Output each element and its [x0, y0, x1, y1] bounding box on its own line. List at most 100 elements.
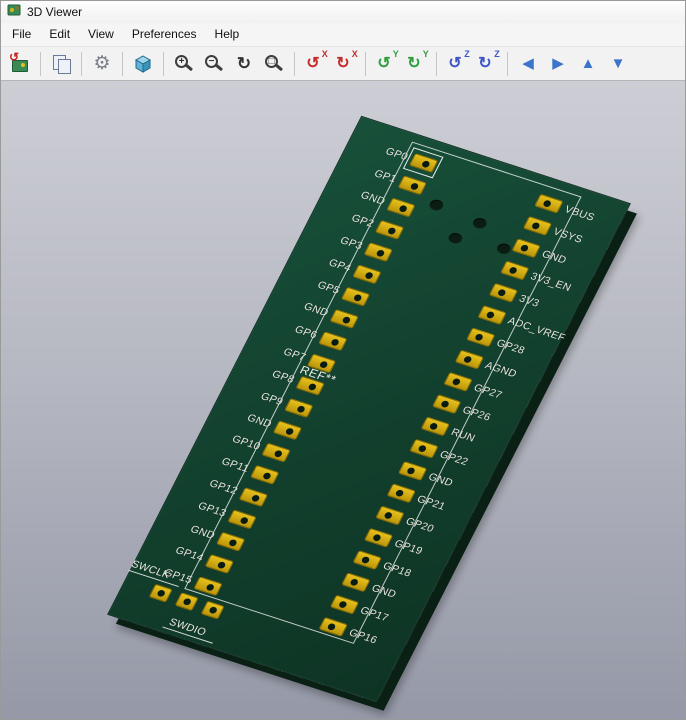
pin-pad — [387, 483, 416, 503]
pad-hole — [428, 422, 438, 430]
zoom-out-icon[interactable]: − — [199, 50, 229, 78]
pin-pad — [500, 260, 529, 280]
pin-pad — [318, 617, 347, 637]
move-down-icon[interactable]: ▼ — [603, 50, 633, 78]
pin-pad — [239, 487, 268, 507]
render-options-icon[interactable]: ⚙ — [87, 50, 117, 78]
pin-label-gp13: GP13 — [196, 500, 228, 519]
pin-pad — [455, 350, 484, 370]
pin-pad — [523, 216, 552, 236]
menu-preferences[interactable]: Preferences — [123, 23, 206, 46]
pin-pad — [375, 220, 404, 240]
pin-pad — [205, 554, 234, 574]
toolbar-separator — [163, 52, 164, 76]
pad-hole — [485, 310, 495, 318]
pin-pad — [149, 584, 173, 603]
copy-image-icon[interactable] — [46, 50, 76, 78]
rotate-x-ccw-icon[interactable]: ↺X — [300, 50, 330, 78]
pad-hole — [375, 248, 385, 256]
pin-label-gp14: GP14 — [173, 544, 205, 563]
pin-label-gnd: GND — [302, 301, 331, 319]
pad-hole — [398, 204, 408, 212]
pad-hole — [531, 221, 541, 229]
rotate-x-cw-icon[interactable]: ↻X — [330, 50, 360, 78]
pin-pad — [250, 465, 279, 485]
zoom-in-icon[interactable]: + — [169, 50, 199, 78]
pin-pad — [352, 550, 381, 570]
pad-hole — [318, 360, 328, 368]
toolbar-separator — [436, 52, 437, 76]
3d-viewport[interactable]: GP0GP1GNDGP2GP3GP4GP5GNDGP6GP7GP8GP9GNDG… — [1, 81, 685, 719]
pad-hole — [542, 199, 552, 207]
pad-hole — [508, 266, 518, 274]
pin-pad — [193, 576, 222, 596]
pad-hole — [440, 399, 450, 407]
menu-file[interactable]: File — [3, 23, 40, 46]
pin-label-gp17: GP17 — [358, 605, 390, 624]
pin-label-gp26: GP26 — [460, 404, 492, 423]
rotate-z-cw-icon[interactable]: ↻Z — [472, 50, 502, 78]
pin-pad — [261, 443, 290, 463]
pin-label-gp21: GP21 — [415, 493, 447, 512]
pad-hole — [421, 159, 431, 167]
pin-pad — [284, 398, 313, 418]
move-left-icon[interactable]: ◀ — [513, 50, 543, 78]
pad-hole — [156, 589, 166, 597]
move-up-icon[interactable]: ▲ — [573, 50, 603, 78]
menu-edit[interactable]: Edit — [40, 23, 79, 46]
menu-help[interactable]: Help — [206, 23, 249, 46]
pad-hole — [250, 494, 260, 502]
pin-pad — [330, 595, 359, 615]
pin-pad — [273, 420, 302, 440]
pin-pad — [375, 506, 404, 526]
pin-label-gp4: GP4 — [327, 257, 354, 275]
pin-label-gp1: GP1 — [372, 168, 399, 186]
pin-label-adc_vref: ADC_VREF — [506, 315, 568, 344]
pin-pad — [432, 394, 461, 414]
toolbar-separator — [40, 52, 41, 76]
pad-hole — [417, 444, 427, 452]
pin-label-gp18: GP18 — [381, 560, 413, 579]
pin-label-gp3: GP3 — [338, 235, 365, 253]
pin-label-gp5: GP5 — [315, 279, 342, 297]
orientation-cube-icon[interactable] — [128, 50, 158, 78]
pad-hole — [208, 606, 218, 614]
pad-hole — [330, 338, 340, 346]
pin-pad — [201, 601, 225, 620]
menu-view[interactable]: View — [79, 23, 123, 46]
pin-label-gp2: GP2 — [349, 212, 376, 230]
mounting-hole — [471, 216, 489, 230]
move-right-icon[interactable]: ▶ — [543, 50, 573, 78]
pin-label-gnd: GND — [188, 523, 217, 541]
rotate-y-cw-icon[interactable]: ↻Y — [401, 50, 431, 78]
pin-pad — [386, 198, 415, 218]
pin-pad — [398, 175, 427, 195]
pin-pad — [421, 416, 450, 436]
pad-hole — [462, 355, 472, 363]
pin-label-gp8: GP8 — [270, 368, 297, 386]
reload-board-icon[interactable]: ↺ — [5, 50, 35, 78]
pin-label-3v3_en: 3V3_EN — [528, 270, 573, 293]
pin-label-3v3: 3V3 — [517, 293, 541, 310]
pin-label-gp12: GP12 — [207, 478, 239, 497]
rotate-z-ccw-icon[interactable]: ↺Z — [442, 50, 472, 78]
pin-pad — [398, 461, 427, 481]
pin-label-gnd: GND — [370, 582, 399, 600]
pad-hole — [372, 533, 382, 541]
pin-label-gnd: GND — [359, 189, 388, 207]
pad-hole — [341, 315, 351, 323]
pin-label-gp27: GP27 — [472, 382, 504, 401]
pad-hole — [519, 243, 529, 251]
zoom-fit-icon[interactable]: □ — [259, 50, 289, 78]
pin-pad — [329, 309, 358, 329]
titlebar: 3D Viewer — [1, 1, 685, 23]
pin-pad — [341, 572, 370, 592]
pad-hole — [387, 226, 397, 234]
pin-label-gp7: GP7 — [281, 346, 308, 364]
pin-label-run: RUN — [449, 426, 477, 444]
3d-viewer-window: 3D Viewer FileEditViewPreferencesHelp ↺ ⚙… — [0, 0, 686, 720]
rotate-y-ccw-icon[interactable]: ↺Y — [371, 50, 401, 78]
redraw-icon[interactable]: ↻ — [229, 50, 259, 78]
pin-label-gp20: GP20 — [404, 515, 436, 534]
toolbar: ↺ ⚙ +−↻□ ↺X↻X ↺Y↻Y ↺Z↻Z ◀▶▲▼ — [1, 47, 685, 81]
